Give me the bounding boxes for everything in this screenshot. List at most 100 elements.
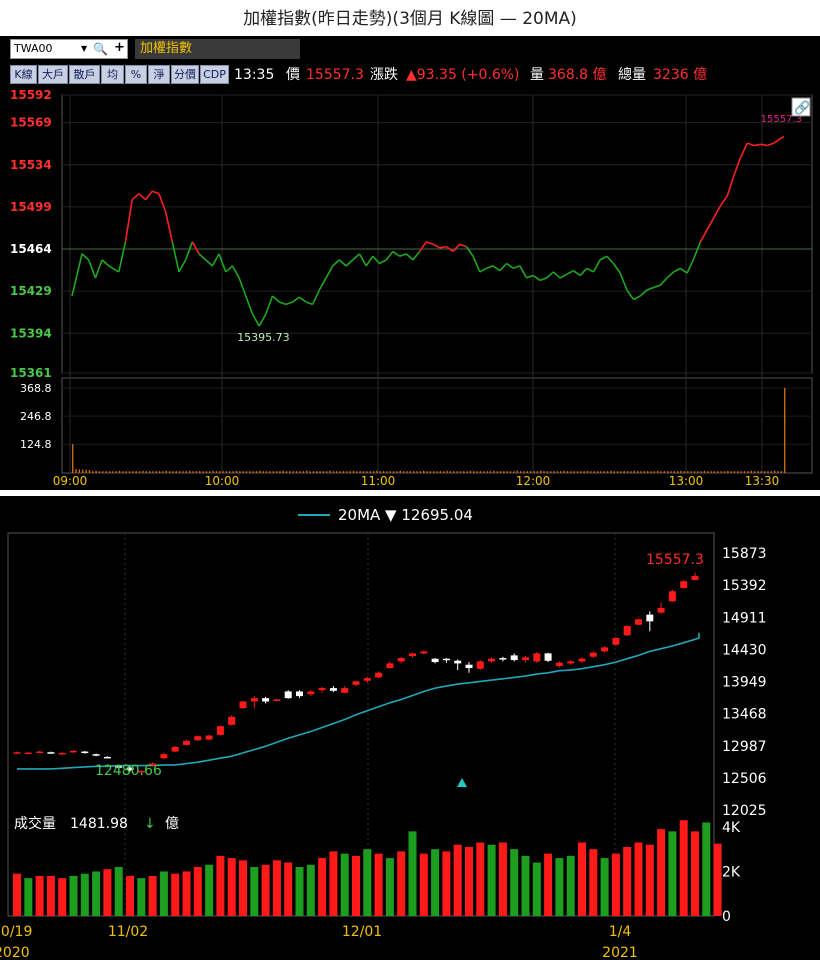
volume-header-value: 1481.98 [70,816,128,832]
volume-bar [640,471,642,473]
volume-bar [713,843,722,916]
y-tick-label: 15392 [722,578,767,594]
volume-bar [239,471,241,473]
kline-panel: 20MA ▼ 12695.04 15873 15392 14911 14430 13949… [0,496,820,960]
price-segment [71,253,83,297]
volume-bar [483,471,485,473]
x-tick-label: 11:00 [361,474,396,488]
volume-bar [653,471,656,473]
price-segment [599,255,608,261]
volume-bar [770,471,773,473]
volume-bar [265,471,268,473]
volume-bar [516,470,518,473]
price-segment [399,253,407,258]
price-segment [465,246,474,257]
x-tick-label: 1/4 [609,924,632,940]
volume-bar [168,471,171,473]
price-segment [773,137,782,144]
volume-bar [305,470,308,473]
volume-frame [61,377,813,474]
price-segment [506,262,514,269]
volume-bar [192,471,194,473]
volume-bar [255,471,258,473]
candle-body [228,716,236,725]
price-segment [512,265,521,270]
volume-bar [289,471,291,473]
x-tick-label: 10:00 [205,474,240,488]
price-segment [305,301,313,306]
volume-bar [165,470,167,473]
candle-body [70,750,77,753]
volume-bar [544,853,553,916]
candle-body [307,691,315,695]
volume-bar [372,471,375,473]
volume-bar [159,871,168,916]
volume-bar [399,470,401,473]
volume-bar [128,471,131,473]
volume-bar [408,831,417,916]
price-segment [365,255,374,267]
price-segment [198,253,207,261]
volume-bar [349,471,351,473]
volume-bar [250,867,259,916]
volume-bar [442,851,451,916]
volume-bar [95,470,97,473]
volume-bar [499,471,502,473]
candle-body [522,657,529,661]
volume-bar [35,875,44,916]
candle-body [555,662,563,667]
volume-bar [456,471,458,473]
y-tick-label: 15499 [10,200,52,214]
candle-body [635,619,642,625]
volume-bar [162,471,164,473]
price-segment [392,250,401,257]
marker-triangle [457,778,467,787]
volume-bar [215,471,218,473]
candle-body [409,653,416,657]
candle-body [612,638,620,645]
intraday-chart: 09:00 10:00 11:00 12:00 13:00 13:30 15592 15569… [10,88,813,488]
volume-bar [397,851,406,916]
volume-bar [92,471,94,473]
price-segment [352,253,361,261]
candle-body [578,658,586,662]
volume-bar [299,471,301,473]
volume-bar [529,471,532,473]
link-icon: 🔗 [791,97,811,117]
volume-bar [112,471,114,473]
volume-bar [780,471,783,473]
volume-bar [379,471,381,473]
candle-body [47,752,55,754]
candle-body [284,691,292,699]
price-segment [332,259,340,267]
volume-bar [466,471,468,473]
price-segment [171,241,180,273]
volume-bar [275,471,278,473]
volume-bar [623,846,632,916]
candle-body [318,688,326,691]
volume-bar [498,842,507,916]
price-segment [746,142,755,147]
volume-bar [366,471,368,473]
page-title: 加權指數(昨日走勢)(3個月 K線圖 — 20MA) [243,9,577,29]
price-segment [144,190,153,201]
price-segment [191,241,200,255]
price-segment [552,271,561,279]
volume-bar [75,469,77,473]
volume-bar [316,471,318,473]
volume-bar [219,471,221,473]
volume-bar [78,469,81,473]
price-segment [579,267,588,277]
volume-bar [583,471,585,473]
volume-bar [596,471,599,473]
volume-bar [284,862,293,916]
volume-bar [733,471,736,473]
price-segment [345,259,354,267]
price-segment [338,259,347,267]
volume-bar [660,471,662,473]
candle-body [239,701,247,709]
volume-bar [590,471,592,473]
volume-bar [469,470,472,473]
volume-bar [623,471,625,473]
candle-body [194,736,202,741]
